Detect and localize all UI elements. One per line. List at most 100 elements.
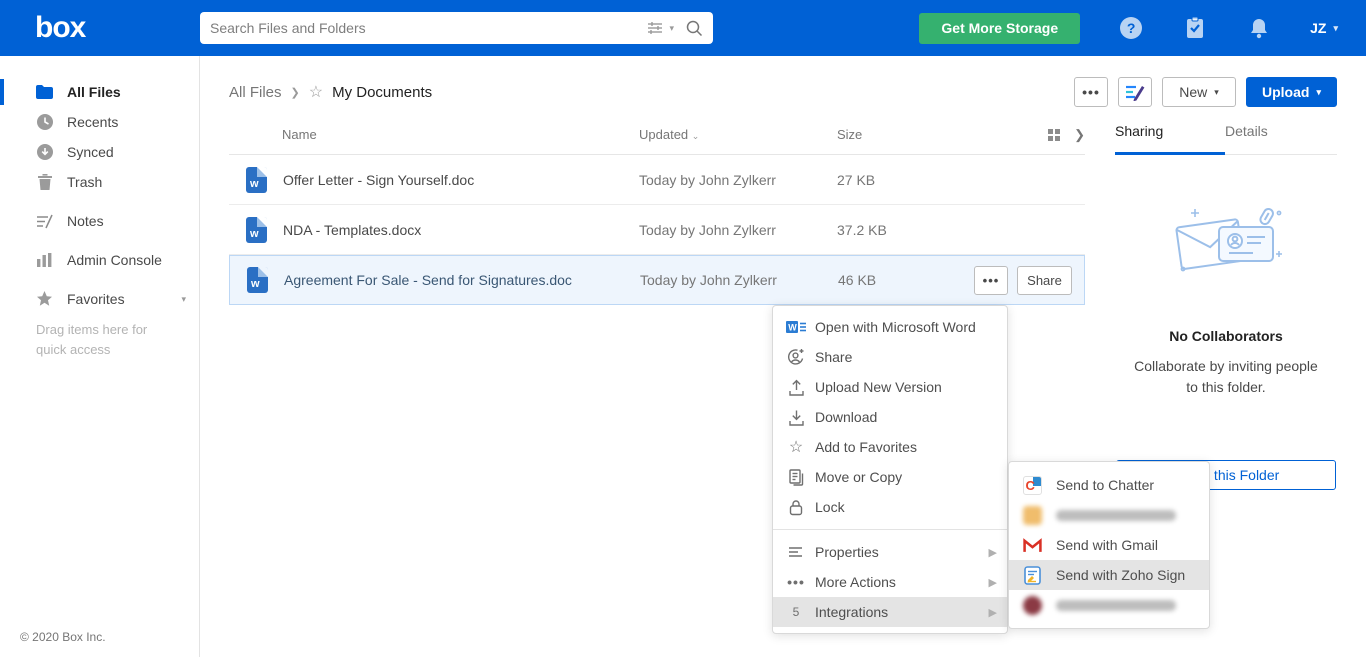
sidebar-label: All Files	[67, 84, 121, 100]
favorite-star-icon[interactable]: ☆	[309, 82, 323, 102]
file-size: 27 KB	[837, 172, 1038, 188]
table-row[interactable]: Offer Letter - Sign Yourself.doc Today b…	[229, 155, 1085, 205]
menu-item-label: Share	[815, 349, 852, 365]
sidebar-item-trash[interactable]: Trash	[0, 167, 199, 197]
table-row[interactable]: NDA - Templates.docx Today by John Zylke…	[229, 205, 1085, 255]
upload-button[interactable]: Upload ▾	[1246, 77, 1337, 107]
menu-item-blurred-integration[interactable]	[1009, 590, 1209, 620]
file-table: Name Updated ⌄ Size ❯ Offer Letter - Sig…	[229, 115, 1085, 305]
grid-view-icon[interactable]	[1048, 129, 1060, 141]
sign-document-button[interactable]	[1118, 77, 1152, 107]
tab-sharing[interactable]: Sharing	[1115, 115, 1225, 154]
upload-button-label: Upload	[1262, 84, 1309, 100]
star-outline-icon: ☆	[786, 438, 806, 456]
search-icon[interactable]	[686, 20, 703, 37]
menu-item-move-or-copy[interactable]: Move or Copy	[773, 462, 1007, 492]
lock-icon	[786, 498, 806, 516]
favorites-collapse-icon[interactable]: ▾	[181, 294, 186, 305]
menu-item-properties[interactable]: Properties ▶	[773, 537, 1007, 567]
menu-item-label: Send to Chatter	[1056, 477, 1154, 493]
search-bar: ▾	[200, 12, 713, 44]
favorites-drop-hint: Drag items here for quick access	[0, 314, 199, 360]
file-name[interactable]: Offer Letter - Sign Yourself.doc	[283, 172, 474, 188]
notes-icon	[36, 213, 53, 230]
get-more-storage-button[interactable]: Get More Storage	[919, 13, 1080, 44]
tab-details[interactable]: Details	[1225, 115, 1335, 154]
menu-item-lock[interactable]: Lock	[773, 492, 1007, 522]
more-options-icon: •••	[1082, 84, 1100, 100]
file-more-options-button[interactable]: •••	[974, 266, 1008, 295]
column-header-name[interactable]: Name	[229, 127, 639, 142]
menu-item-more-actions[interactable]: ••• More Actions ▶	[773, 567, 1007, 597]
menu-divider	[773, 529, 1007, 530]
sidebar-item-all-files[interactable]: All Files	[0, 77, 199, 107]
column-header-updated[interactable]: Updated ⌄	[639, 127, 837, 142]
menu-item-blurred-integration[interactable]	[1009, 500, 1209, 530]
menu-item-label: Upload New Version	[815, 379, 942, 395]
sidebar-label: Favorites	[67, 291, 125, 307]
tasks-clipboard-icon[interactable]	[1182, 15, 1208, 41]
menu-item-label: Send with Zoho Sign	[1056, 567, 1185, 583]
box-logo[interactable]: box	[0, 13, 200, 43]
star-icon	[36, 291, 53, 308]
table-row-selected[interactable]: Agreement For Sale - Send for Signatures…	[229, 255, 1085, 305]
help-icon[interactable]: ?	[1118, 15, 1144, 41]
sort-caret-icon: ⌄	[692, 131, 700, 141]
file-context-menu: W Open with Microsoft Word Share Upload …	[772, 305, 1008, 634]
menu-item-label: Integrations	[815, 604, 888, 620]
breadcrumb: All Files ❯ ☆ My Documents	[229, 82, 432, 102]
word-file-icon	[246, 167, 267, 193]
sidebar-item-synced[interactable]: Synced	[0, 137, 199, 167]
menu-item-label: More Actions	[815, 574, 896, 590]
menu-item-label: Lock	[815, 499, 845, 515]
folder-more-options-button[interactable]: •••	[1074, 77, 1108, 107]
filter-icon[interactable]	[647, 21, 663, 35]
breadcrumb-all-files[interactable]: All Files	[229, 84, 282, 101]
menu-item-label: Move or Copy	[815, 469, 902, 485]
properties-icon	[786, 543, 806, 561]
trash-icon	[36, 174, 53, 191]
submenu-arrow-icon: ▶	[989, 546, 997, 559]
menu-item-download[interactable]: Download	[773, 402, 1007, 432]
sidebar-item-favorites[interactable]: Favorites ▾	[0, 284, 199, 314]
breadcrumb-separator-icon: ❯	[291, 86, 300, 99]
file-name[interactable]: NDA - Templates.docx	[283, 222, 421, 238]
search-input[interactable]	[210, 20, 647, 36]
filter-caret-icon[interactable]: ▾	[669, 23, 674, 34]
menu-item-label: Properties	[815, 544, 879, 560]
blurred-label	[1056, 510, 1176, 521]
collapse-panel-icon[interactable]: ❯	[1074, 127, 1085, 143]
menu-item-open-with-word[interactable]: W Open with Microsoft Word	[773, 312, 1007, 342]
file-share-button[interactable]: Share	[1017, 266, 1072, 295]
sidebar-item-recents[interactable]: Recents	[0, 107, 199, 137]
submenu-arrow-icon: ▶	[989, 576, 997, 589]
breadcrumb-current-folder: My Documents	[332, 84, 432, 101]
menu-item-share[interactable]: Share	[773, 342, 1007, 372]
notifications-bell-icon[interactable]	[1246, 15, 1272, 41]
sidebar-label: Trash	[67, 174, 102, 190]
account-menu[interactable]: JZ ▾	[1310, 20, 1338, 36]
file-name[interactable]: Agreement For Sale - Send for Signatures…	[284, 272, 572, 288]
sidebar-label: Recents	[67, 114, 118, 130]
menu-item-integrations[interactable]: 5 Integrations ▶	[773, 597, 1007, 627]
menu-item-send-to-chatter[interactable]: Send to Chatter	[1009, 470, 1209, 500]
menu-item-add-to-favorites[interactable]: ☆ Add to Favorites	[773, 432, 1007, 462]
menu-item-label: Download	[815, 409, 877, 425]
integrations-count-badge: 5	[786, 603, 806, 621]
menu-item-label: Add to Favorites	[815, 439, 917, 455]
menu-item-send-with-zoho-sign[interactable]: Send with Zoho Sign	[1009, 560, 1209, 590]
menu-item-send-with-gmail[interactable]: Send with Gmail	[1009, 530, 1209, 560]
menu-item-upload-new-version[interactable]: Upload New Version	[773, 372, 1007, 402]
word-file-icon	[246, 217, 267, 243]
box-app-window: box ▾ Get More Storage ?	[0, 0, 1366, 657]
sidebar-item-notes[interactable]: Notes	[0, 206, 199, 236]
collaboration-panel: Sharing Details	[1115, 115, 1337, 490]
column-header-size[interactable]: Size	[837, 127, 1038, 142]
new-button[interactable]: New ▾	[1162, 77, 1236, 107]
microsoft-word-icon: W	[786, 318, 806, 336]
sidebar-item-admin-console[interactable]: Admin Console	[0, 245, 199, 275]
file-updated: Today by John Zylkerr	[640, 272, 838, 288]
download-icon	[786, 408, 806, 426]
no-collaborators-empty-state: No Collaborators Collaborate by inviting…	[1115, 155, 1337, 490]
copyright-text: © 2020 Box Inc.	[20, 630, 106, 644]
